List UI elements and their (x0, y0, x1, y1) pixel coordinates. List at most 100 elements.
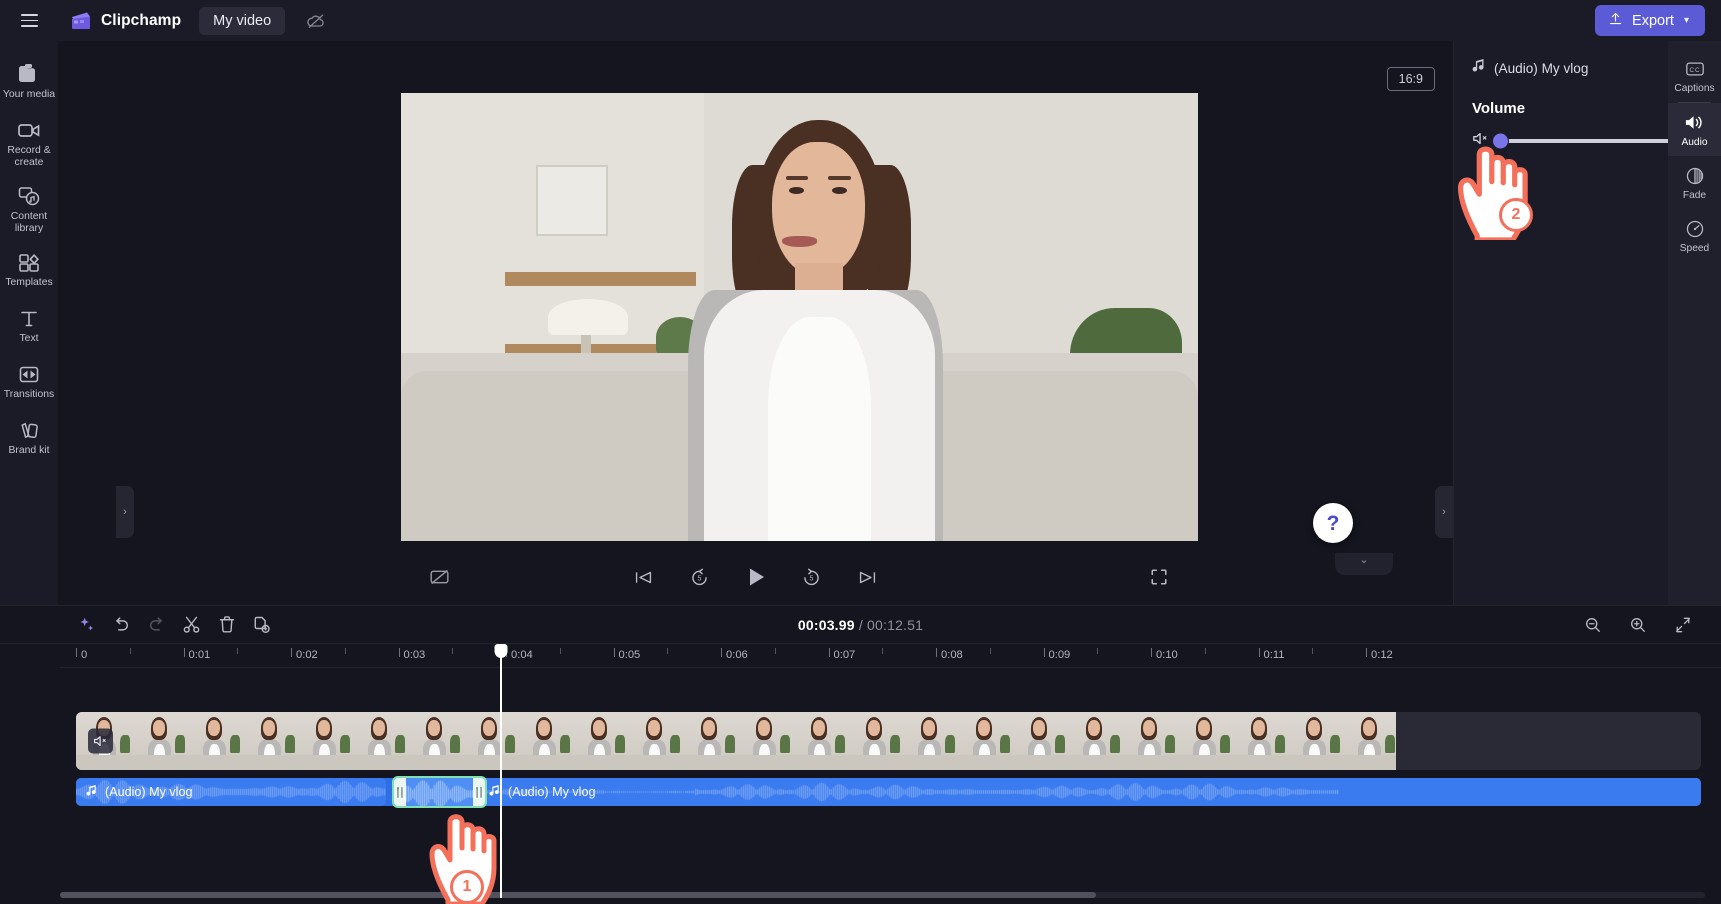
captions-off-icon[interactable] (423, 561, 455, 593)
video-thumbnail (626, 712, 681, 770)
video-thumbnail (241, 712, 296, 770)
hamburger-icon[interactable] (12, 4, 46, 38)
magic-wand-icon[interactable] (72, 610, 101, 639)
sidebar-item-transitions[interactable]: Transitions (0, 355, 58, 409)
brand-name: Clipchamp (101, 11, 182, 29)
video-stage: 16:9 (58, 41, 1453, 549)
video-track-clip[interactable] (76, 712, 1701, 770)
video-thumbnail (131, 712, 186, 770)
video-thumbnail (1286, 712, 1341, 770)
duplicate-icon[interactable] (247, 610, 276, 639)
waveform (394, 778, 485, 806)
chevron-down-icon: ▾ (1683, 15, 1689, 26)
video-thumbnail (351, 712, 406, 770)
sidebar-item-brand-kit[interactable]: Brand kit (0, 411, 58, 465)
fullscreen-icon[interactable] (1143, 561, 1175, 593)
ruler-tick (828, 648, 830, 657)
timeline-scrollbar-thumb[interactable] (60, 892, 1097, 898)
video-thumbnail (1231, 712, 1286, 770)
cloud-off-icon[interactable] (299, 4, 333, 38)
panel-collapse-button[interactable]: ⌄ (1335, 553, 1393, 575)
video-thumbnail (571, 712, 626, 770)
help-button[interactable]: ? (1313, 503, 1353, 543)
timeline-ruler[interactable]: 0 0:01 0:02 0:03 0:04 0:05 0:06 0:07 0:08 0:09 0:1… (60, 644, 1721, 668)
svg-text:5: 5 (810, 576, 814, 583)
project-name-field[interactable]: My video (199, 6, 286, 35)
closed-caption-icon: CC (1685, 58, 1705, 79)
playhead[interactable] (494, 644, 508, 898)
split-scissors-icon[interactable] (177, 610, 206, 639)
timeline-selected-clip[interactable] (392, 776, 487, 808)
tab-captions[interactable]: CC Captions (1668, 49, 1721, 102)
fit-to-screen-icon[interactable] (1668, 610, 1697, 639)
tab-audio[interactable]: Audio (1668, 103, 1721, 156)
ruler-tick (1366, 648, 1367, 657)
ruler-tick (936, 648, 937, 657)
zoom-in-icon[interactable] (1623, 610, 1652, 639)
timeline-tracks: (Audio) My vlog (Audio) My vlog (60, 644, 1721, 898)
ruler-tick-minor (1312, 648, 1314, 654)
ruler-tick-label: 0:03 (403, 649, 426, 661)
sidebar-item-content-library[interactable]: Content library (0, 177, 58, 241)
volume-mute-icon[interactable] (1472, 131, 1489, 151)
video-preview[interactable] (401, 93, 1198, 541)
audio-clip-text: (Audio) My vlog (508, 785, 596, 799)
editor-body: Your media Record & create Content libra… (0, 41, 1721, 605)
forward-5-icon[interactable]: 5 (796, 561, 828, 593)
aspect-ratio-badge[interactable]: 16:9 (1386, 67, 1435, 91)
sidebar-item-templates[interactable]: Templates (0, 243, 58, 297)
media-folder-icon (17, 63, 41, 85)
timeline-scrollbar[interactable] (60, 892, 1705, 898)
playhead-handle[interactable] (494, 644, 508, 658)
ruler-tick (76, 648, 77, 657)
undo-icon[interactable] (107, 610, 136, 639)
redo-icon[interactable] (142, 610, 171, 639)
video-thumbnail (681, 712, 736, 770)
zoom-out-icon[interactable] (1578, 610, 1607, 639)
video-camera-icon (17, 119, 42, 141)
current-time: 00:03.99 (797, 616, 855, 633)
ruler-tick (1258, 648, 1260, 657)
question-mark-icon: ? (1326, 511, 1340, 535)
tab-label: Captions (1674, 83, 1715, 94)
properties-panel: (Audio) My vlog Volume 0% (1453, 41, 1721, 605)
tab-speed[interactable]: Speed (1668, 209, 1721, 262)
sidebar-item-text[interactable]: Text (0, 299, 58, 353)
tab-label: Audio (1681, 137, 1708, 148)
tab-label: Speed (1679, 243, 1710, 254)
video-thumbnail (516, 712, 571, 770)
volume-slider-thumb[interactable] (1493, 133, 1508, 149)
ruler-tick-minor (1204, 648, 1206, 654)
selected-clip-title: (Audio) My vlog (1494, 60, 1589, 76)
audio-clip-1[interactable]: (Audio) My vlog (76, 778, 386, 806)
tab-fade[interactable]: Fade (1668, 156, 1721, 209)
play-button[interactable] (740, 561, 772, 593)
video-mute-icon[interactable] (88, 728, 113, 754)
audio-clip-2[interactable]: (Audio) My vlog (479, 778, 1701, 806)
sidebar-item-record-create[interactable]: Record & create (0, 111, 58, 175)
ruler-tick-minor (667, 648, 669, 654)
time-separator: / (858, 616, 863, 633)
skip-previous-icon[interactable] (628, 561, 660, 593)
collapse-left-panel-button[interactable]: › (116, 486, 134, 538)
ruler-tick-minor (1097, 648, 1099, 654)
fade-circle-icon (1685, 165, 1705, 186)
left-sidebar: Your media Record & create Content libra… (0, 41, 58, 605)
delete-trash-icon[interactable] (212, 610, 241, 639)
video-frame-image (401, 93, 1198, 541)
volume-high-icon (1684, 112, 1705, 133)
music-note-icon (86, 784, 97, 800)
text-t-icon (18, 307, 40, 329)
ruler-tick-label: 0:09 (1048, 649, 1071, 661)
skip-next-icon[interactable] (852, 561, 884, 593)
sidebar-label: Text (19, 333, 39, 344)
collapse-right-panel-button[interactable]: › (1435, 486, 1453, 538)
ruler-tick (291, 648, 292, 657)
time-display: 00:03.99 / 00:12.51 (798, 617, 923, 633)
audio-clip-label: (Audio) My vlog (479, 784, 596, 800)
sidebar-item-your-media[interactable]: Your media (0, 55, 58, 109)
ruler-tick (183, 648, 185, 657)
export-button[interactable]: Export ▾ (1595, 5, 1705, 36)
ruler-tick-label: 0:06 (726, 649, 748, 661)
rewind-5-icon[interactable]: 5 (684, 561, 716, 593)
